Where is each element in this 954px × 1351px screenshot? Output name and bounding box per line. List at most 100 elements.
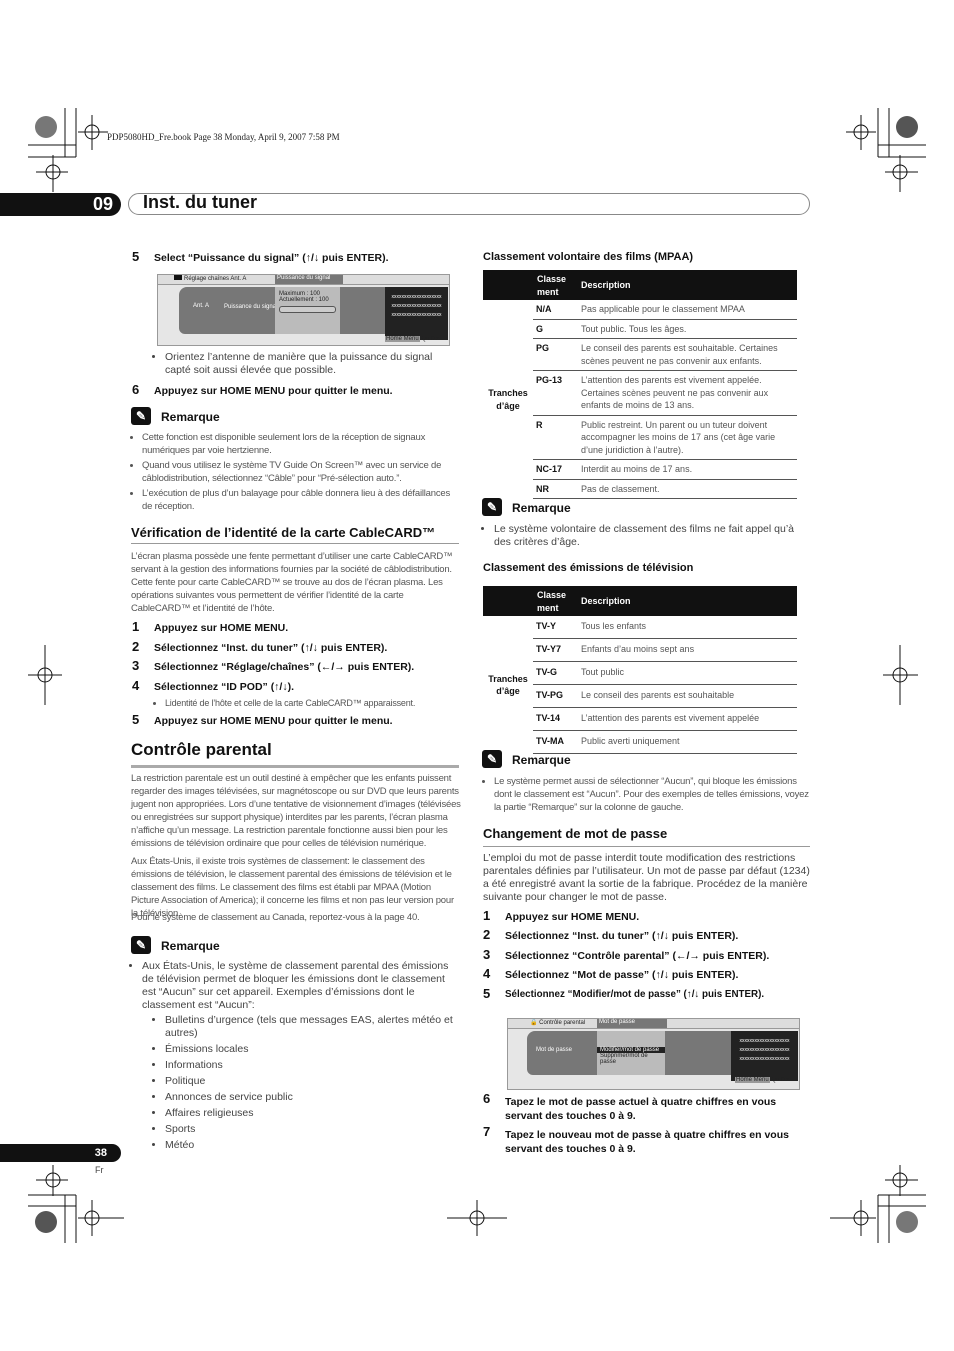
page-number: 38 [0, 1144, 121, 1162]
rating-code: G [536, 323, 544, 334]
book-info-line: PDP5080HD_Fre.book Page 38 Monday, April… [107, 132, 340, 142]
table-row: TV-MA Public averti uniquement [533, 731, 797, 754]
rating-description: Interdit au moins de 17 ans. [581, 464, 693, 474]
rating-code: TV-Y [536, 621, 557, 631]
sub-item: Sports [165, 1123, 461, 1136]
step-6: 6 Tapez le mot de passe actuel à quatre c… [483, 1091, 777, 1123]
rating-description: Tout public. Tous les âges. [581, 323, 687, 334]
step: 5 Sélectionnez “Modifier/mot de passe” (↑… [483, 986, 765, 1001]
rating-code: PG [536, 343, 550, 353]
sub-item: Bulletins d’urgence (tels que messages E… [165, 1014, 461, 1040]
home-menu-label: Home Menu [735, 1077, 770, 1083]
sub-item: Politique [165, 1075, 461, 1088]
step-7: 7 Tapez le nouveau mot de passe à quatre … [483, 1124, 789, 1156]
sub-item: Météo [165, 1139, 461, 1152]
rating-code: N/A [536, 304, 552, 314]
remarque-heading: ✎ Remarque [482, 498, 571, 516]
note-pencil-icon: ✎ [131, 936, 151, 954]
section-heading-parental: Contrôle parental [131, 740, 272, 759]
parental-paragraph: La restriction parentale est un outil de… [131, 773, 461, 849]
note-pencil-icon: ✎ [482, 750, 502, 768]
tv-table: Classe ment Description Tranches d’âge TV-… [483, 586, 797, 754]
lock-icon: 🔒 [530, 1020, 538, 1026]
table-row: TV-14 L’attention des parents est vivemen… [533, 708, 797, 731]
note-item: Quand vous utilisez le système TV Guide … [142, 459, 461, 485]
divider [483, 846, 810, 847]
rating-description: Public averti uniquement [581, 736, 680, 746]
rating-description: Le conseil des parents est souhaitable [581, 690, 735, 700]
signal-strength-screen: Réglage chaînes Ant. A Puissance du sign… [157, 274, 450, 346]
chapter-title: Inst. du tuner [143, 192, 257, 212]
rating-code: TV-Y7 [536, 644, 562, 654]
bullet-item: Orientez l’antenne de manière que la pui… [165, 351, 459, 377]
password-paragraph: L’emploi du mot de passe interdit toute … [483, 852, 810, 903]
table-row: PG Le conseil des parents est souhaitable… [533, 339, 797, 371]
table-row: TV-Y Tous les enfants [533, 616, 797, 639]
remarque-heading: ✎ Remarque [482, 750, 571, 768]
language-label: Fr [95, 1165, 104, 1175]
document-page: PDP5080HD_Fre.book Page 38 Monday, April… [0, 0, 954, 1351]
rating-description: Le conseil des parents est souhaitable. … [581, 343, 778, 366]
rating-code: TV-14 [536, 713, 561, 723]
tv-heading: Classement des émissions de télévision [483, 562, 694, 574]
sub-bullet: Lidentité de l’hôte et celle de la carte… [165, 697, 459, 710]
antenna-icon [174, 275, 182, 280]
table-row: N/A Pas applicable pour le classement MPA… [533, 300, 797, 320]
step: 4 Sélectionnez “Mot de passe” (↑/↓ puis E… [483, 966, 739, 981]
step-5: 5 Select “Puissance du signal” (↑/↓ puis … [132, 249, 389, 264]
sub-item: Informations [165, 1059, 461, 1072]
sub-item: Annonces de service public [165, 1091, 461, 1104]
note-item: Le système permet aussi de sélectionner … [494, 775, 813, 814]
step: 1 Appuyez sur HOME MENU. [132, 619, 289, 634]
rating-description: Tout public [581, 667, 625, 677]
divider [131, 543, 459, 544]
section-heading-cablecard: Vérification de l’identité de la carte C… [131, 525, 436, 540]
mpaa-table: Classe ment Description Tranches d’âge N/A… [483, 270, 797, 499]
step: 1 Appuyez sur HOME MENU. [483, 908, 640, 923]
rating-description: Tous les enfants [581, 621, 647, 631]
note-item: L’exécution de plus d’un balayage pour c… [142, 487, 461, 513]
table-row: NR Pas de classement. [533, 480, 797, 499]
menu-option[interactable]: Supprimer/mot de passe [597, 1053, 665, 1065]
rating-code: TV-MA [536, 736, 564, 746]
rating-code: R [536, 419, 543, 430]
signal-level-bar [279, 306, 336, 313]
note-item: Aux États-Unis, le système de classement… [142, 960, 461, 1012]
sub-item: Émissions locales [165, 1043, 461, 1056]
note-item: Cette fonction est disponible seulement … [142, 431, 461, 457]
rating-description: Enfants d’au moins sept ans [581, 644, 695, 654]
note-item: Le système volontaire de classement des … [494, 523, 801, 549]
cablecard-paragraph: L’écran plasma possède une fente permett… [131, 551, 453, 614]
table-row: TV-PG Le conseil des parents est souhaita… [533, 685, 797, 708]
step: 5 Appuyez sur HOME MENU pour quitter le m… [132, 712, 393, 727]
table-row: TV-G Tout public [533, 662, 797, 685]
rating-description: L’attention des parents est vivement app… [581, 713, 760, 723]
parental-paragraph: Pour le système de classement au Canada,… [131, 912, 420, 923]
divider [131, 765, 459, 768]
rating-code: TV-G [536, 667, 558, 677]
rating-description: Pas de classement. [581, 483, 660, 494]
step: 3 Sélectionnez “Réglage/chaînes” (←/→ pui… [132, 658, 415, 673]
step: 2 Sélectionnez “Inst. du tuner” (↑/↓ puis… [483, 927, 739, 942]
step: 4 Sélectionnez “ID POD” (↑/↓). [132, 678, 295, 693]
mpaa-heading: Classement volontaire des films (MPAA) [483, 251, 694, 263]
note-pencil-icon: ✎ [482, 498, 502, 516]
table-row: R Public restreint. Un parent ou un tuteu… [533, 416, 797, 460]
rating-description: Public restreint. Un parent ou un tuteur… [581, 419, 776, 455]
remarque-heading: ✎ Remarque [131, 936, 220, 954]
rating-code: PG-13 [536, 375, 563, 385]
rating-code: TV-PG [536, 690, 564, 700]
rating-description: Pas applicable pour le classement MPAA [581, 304, 745, 314]
step-6: 6 Appuyez sur HOME MENU pour quitter le m… [132, 382, 393, 397]
rating-description: L’attention des parents est vivement app… [581, 375, 769, 410]
chapter-number: 09 [0, 193, 121, 216]
rating-code: NC-17 [536, 464, 563, 474]
table-row: NC-17 Interdit au moins de 17 ans. [533, 460, 797, 480]
step: 2 Sélectionnez “Inst. du tuner” (↑/↓ puis… [132, 639, 388, 654]
note-pencil-icon: ✎ [131, 407, 151, 425]
home-menu-label: Home Menu [385, 336, 420, 342]
table-row: TV-Y7 Enfants d’au moins sept ans [533, 639, 797, 662]
rating-code: NR [536, 483, 549, 494]
remarque-heading: ✎ Remarque [131, 407, 220, 425]
table-row: PG-13 L’attention des parents est vivemen… [533, 371, 797, 416]
